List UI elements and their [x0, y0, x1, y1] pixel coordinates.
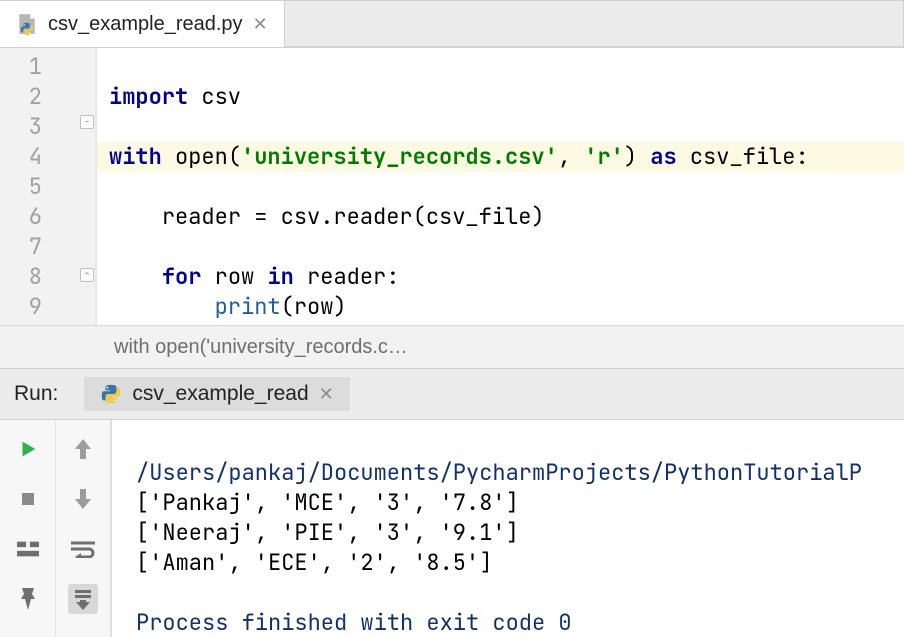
- python-run-icon: [100, 383, 122, 405]
- fold-gutter: − ⌃: [55, 48, 97, 325]
- code-line: import csv: [109, 82, 241, 111]
- up-arrow-icon[interactable]: [68, 434, 98, 464]
- python-file-icon: [16, 13, 38, 35]
- fold-end-icon[interactable]: ⌃: [80, 268, 94, 282]
- code-line: csv_file.close(): [109, 322, 373, 325]
- run-tool-window: /Users/pankaj/Documents/PycharmProjects/…: [0, 420, 904, 637]
- run-toolbar-right: [56, 420, 112, 637]
- line-number: 5: [0, 172, 42, 202]
- console-line: ['Aman', 'ECE', '2', '8.5']: [136, 548, 492, 577]
- run-tool-header: Run: csv_example_read ✕: [0, 369, 904, 420]
- run-config-tab[interactable]: csv_example_read ✕: [84, 377, 349, 411]
- line-number: 6: [0, 202, 42, 232]
- rerun-button[interactable]: [13, 434, 43, 464]
- line-number: 4: [0, 142, 42, 172]
- fold-collapse-icon[interactable]: −: [80, 115, 94, 129]
- line-number: 9: [0, 292, 42, 322]
- code-line: reader = csv.reader(csv_file): [109, 202, 545, 231]
- layout-button[interactable]: [13, 534, 43, 564]
- editor-tab-active[interactable]: csv_example_read.py ✕: [0, 1, 285, 47]
- down-arrow-icon[interactable]: [68, 484, 98, 514]
- stop-button[interactable]: [13, 484, 43, 514]
- line-number: 1: [0, 52, 42, 82]
- run-label: Run:: [0, 382, 72, 406]
- editor-tab-bar-empty: [285, 1, 904, 47]
- editor-tab-bar: csv_example_read.py ✕: [0, 1, 904, 48]
- breadcrumb[interactable]: with open('university_records.c…: [0, 325, 904, 369]
- code-area[interactable]: import csv with open('university_records…: [97, 48, 904, 325]
- console-output[interactable]: /Users/pankaj/Documents/PycharmProjects/…: [112, 420, 904, 637]
- line-number-gutter: 1 2 3 4 5 6 7 8 9: [0, 48, 55, 325]
- run-toolbar-left: [0, 420, 56, 637]
- line-number: 8: [0, 262, 42, 292]
- code-line-current: with open('university_records.csv', 'r')…: [97, 142, 904, 172]
- code-line: for row in reader:: [109, 262, 399, 291]
- soft-wrap-button[interactable]: [68, 534, 98, 564]
- close-icon[interactable]: ✕: [319, 384, 334, 405]
- line-number: 2: [0, 82, 42, 112]
- editor-tab-filename: csv_example_read.py: [48, 13, 243, 36]
- breadcrumb-text: with open('university_records.c…: [114, 336, 408, 359]
- scroll-to-end-button[interactable]: [68, 584, 98, 614]
- code-line: print(row): [109, 292, 347, 321]
- console-line: ['Neeraj', 'PIE', '3', '9.1']: [136, 518, 519, 547]
- line-number: 3: [0, 112, 42, 142]
- run-config-name: csv_example_read: [132, 382, 308, 406]
- pin-button[interactable]: [13, 584, 43, 614]
- close-icon[interactable]: ✕: [253, 14, 268, 35]
- line-number: 7: [0, 232, 42, 262]
- code-editor[interactable]: 1 2 3 4 5 6 7 8 9 − ⌃ import csv with op…: [0, 48, 904, 325]
- console-line: ['Pankaj', 'MCE', '3', '7.8']: [136, 488, 519, 517]
- console-line: /Users/pankaj/Documents/PycharmProjects/…: [136, 458, 862, 487]
- console-exit-line: Process finished with exit code 0: [136, 608, 572, 637]
